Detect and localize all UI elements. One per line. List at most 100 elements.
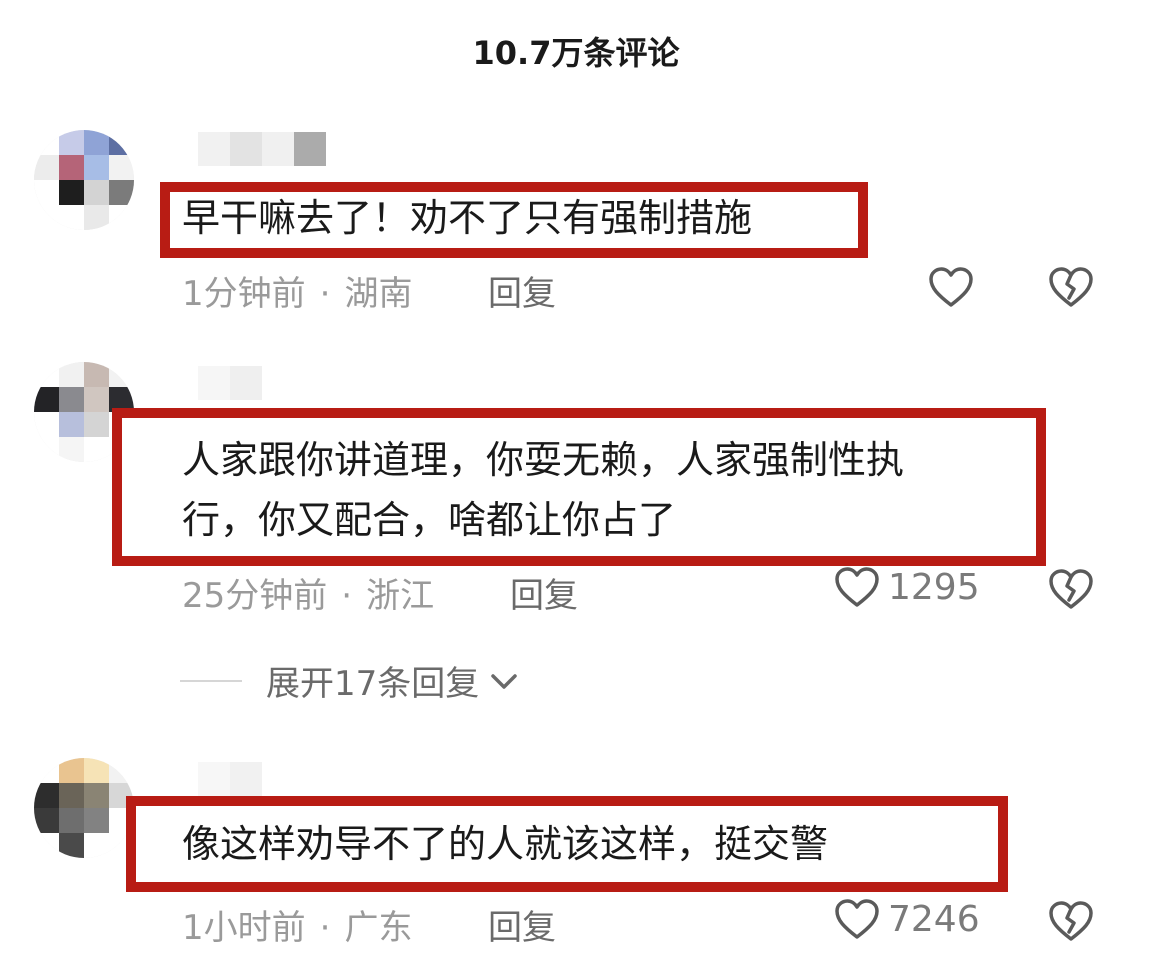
username-pixel	[230, 132, 262, 166]
avatar-pixel	[59, 758, 84, 783]
reply-button[interactable]: 回复	[488, 266, 556, 315]
avatar-pixel	[59, 437, 84, 462]
like-count: 7246	[888, 898, 980, 940]
comment-text: 人家跟你讲道理，你耍无赖，人家强制性执 行，你又配合，啥都让你占了	[182, 430, 904, 550]
username-pixel	[198, 132, 230, 166]
avatar-pixel	[59, 362, 84, 387]
comment-location: 浙江	[366, 576, 435, 616]
username-pixel	[262, 762, 294, 796]
expand-replies-label: 展开17条回复	[266, 664, 480, 704]
avatar-pixel	[109, 155, 134, 180]
avatar-pixel	[84, 180, 109, 205]
avatar-pixel	[59, 412, 84, 437]
comment-time: 25分钟前	[182, 576, 328, 616]
chevron-down-icon	[491, 673, 518, 689]
username-pixel	[198, 762, 230, 796]
username-pixel	[230, 366, 262, 400]
like-button[interactable]: 7246	[834, 898, 980, 940]
avatar-pixel	[84, 783, 109, 808]
like-button[interactable]	[928, 266, 974, 308]
reply-button[interactable]: 回复	[488, 900, 556, 949]
avatar-pixel	[84, 205, 109, 230]
heart-outline-icon	[929, 267, 973, 307]
heart-outline-icon	[835, 899, 879, 939]
avatar-pixel	[34, 130, 59, 155]
avatar-pixel	[84, 387, 109, 412]
username-pixel	[262, 132, 294, 166]
page-title: 10.7万条评论	[472, 34, 680, 72]
avatar-pixel	[59, 833, 84, 858]
avatar-pixel	[84, 833, 109, 858]
comment-meta: 1分钟前 · 湖南	[182, 266, 412, 315]
avatar-pixel	[34, 180, 59, 205]
avatar-pixel	[84, 437, 109, 462]
avatar-pixel	[34, 437, 59, 462]
avatar-pixel	[109, 130, 134, 155]
avatar-pixel	[109, 362, 134, 387]
avatar-pixel	[34, 808, 59, 833]
broken-heart-icon	[1049, 901, 1093, 941]
username-pixel	[294, 132, 326, 166]
username-pixel	[294, 762, 326, 796]
avatar-pixel	[59, 387, 84, 412]
avatar-pixel	[109, 205, 134, 230]
avatar-pixel	[84, 412, 109, 437]
avatar-pixel	[84, 130, 109, 155]
avatar-pixel	[109, 758, 134, 783]
comment-text-line: 早干嘛去了！劝不了只有强制措施	[182, 196, 753, 240]
username-pixel	[198, 366, 230, 400]
avatar-pixel	[34, 758, 59, 783]
avatar-pixel	[34, 387, 59, 412]
username-pixel	[262, 366, 294, 400]
avatar[interactable]	[34, 130, 134, 230]
username-pixel	[294, 366, 326, 400]
username-blurred[interactable]	[198, 132, 326, 166]
avatar-pixel	[59, 180, 84, 205]
dislike-button[interactable]	[1048, 900, 1094, 946]
comment-location: 广东	[344, 908, 413, 948]
comment-text-line: 人家跟你讲道理，你耍无赖，人家强制性执	[182, 438, 905, 482]
reply-button[interactable]: 回复	[510, 568, 578, 617]
avatar-pixel	[59, 130, 84, 155]
dislike-button[interactable]	[1048, 568, 1094, 614]
avatar-pixel	[59, 808, 84, 833]
broken-heart-icon	[1049, 267, 1093, 307]
avatar-pixel	[59, 783, 84, 808]
avatar-pixel	[109, 180, 134, 205]
comment-text-line: 行，你又配合，啥都让你占了	[182, 498, 677, 542]
comment-meta: 25分钟前 · 浙江	[182, 568, 434, 617]
avatar-pixel	[84, 808, 109, 833]
avatar-pixel	[59, 155, 84, 180]
avatar-pixel	[84, 362, 109, 387]
like-button[interactable]: 1295	[834, 566, 980, 608]
avatar-pixel	[34, 783, 59, 808]
like-count: 1295	[888, 566, 980, 608]
avatar-pixel	[59, 205, 84, 230]
comment-text: 像这样劝导不了的人就该这样，挺交警	[182, 814, 828, 874]
comment-meta: 1小时前 · 广东	[182, 900, 412, 949]
username-blurred[interactable]	[198, 762, 326, 796]
broken-heart-icon	[1049, 569, 1093, 609]
avatar-pixel	[84, 758, 109, 783]
comment-text-line: 像这样劝导不了的人就该这样，挺交警	[182, 822, 829, 866]
username-pixel	[230, 762, 262, 796]
dislike-button[interactable]	[1048, 266, 1094, 312]
expand-divider	[180, 679, 242, 682]
avatar-pixel	[34, 412, 59, 437]
meta-separator: ·	[341, 576, 353, 616]
avatar-pixel	[34, 362, 59, 387]
expand-replies-button[interactable]: 展开17条回复	[180, 656, 521, 705]
comment-time: 1小时前	[182, 908, 306, 948]
comment-time: 1分钟前	[182, 274, 306, 314]
avatar[interactable]	[34, 758, 134, 858]
heart-outline-icon	[835, 567, 879, 607]
comment-text: 早干嘛去了！劝不了只有强制措施	[182, 188, 752, 248]
meta-separator: ·	[319, 908, 331, 948]
avatar-pixel	[84, 155, 109, 180]
meta-separator: ·	[319, 274, 331, 314]
username-blurred[interactable]	[198, 366, 326, 400]
avatar-pixel	[34, 833, 59, 858]
comment-location: 湖南	[344, 274, 413, 314]
avatar-pixel	[34, 205, 59, 230]
avatar-pixel	[34, 155, 59, 180]
